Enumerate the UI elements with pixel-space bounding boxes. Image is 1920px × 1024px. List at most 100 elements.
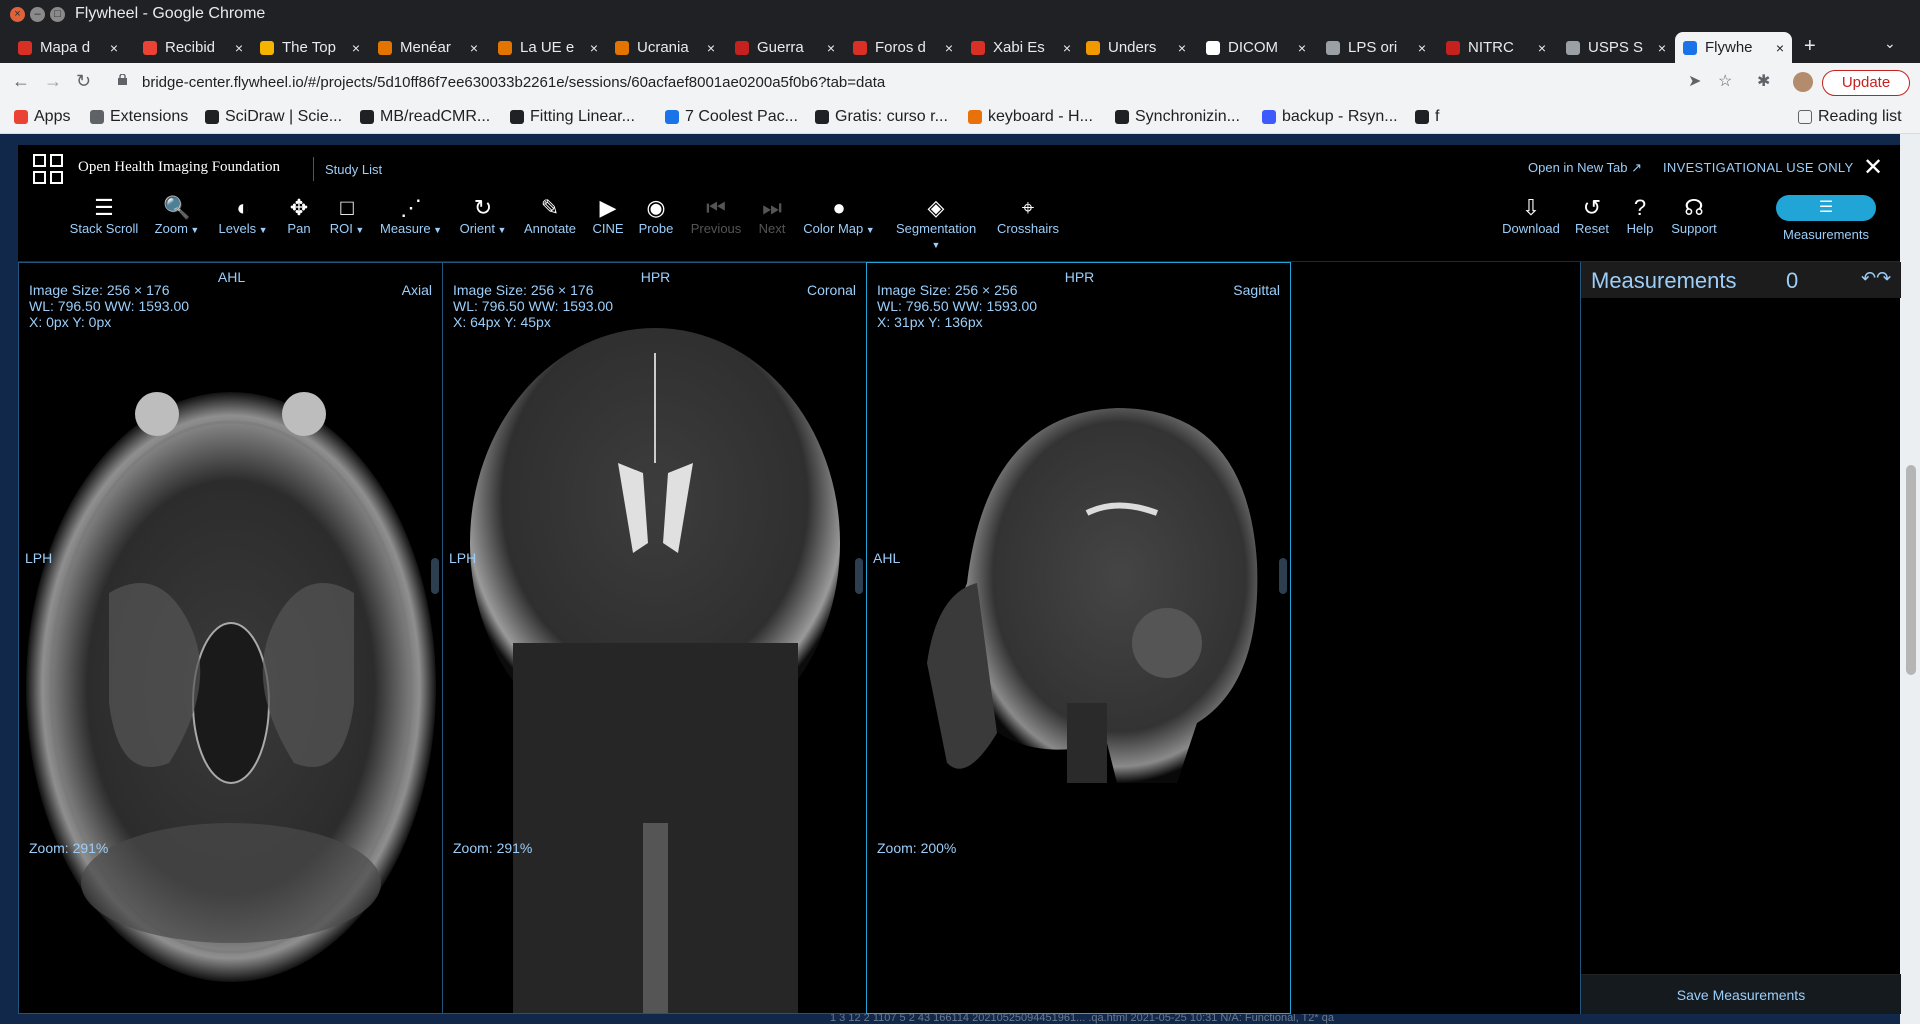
window-maximize-button[interactable]: □ [50, 7, 65, 22]
browser-tab[interactable]: LPS ori × [1318, 32, 1434, 63]
tab-label: Xabi Es [993, 39, 1045, 56]
axial-mri-image [26, 392, 436, 982]
browser-tab[interactable]: USPS S × [1558, 32, 1674, 63]
bookmark-label: keyboard - H... [988, 108, 1093, 125]
bookmark-star-icon[interactable]: ☆ [1718, 71, 1732, 91]
forward-arrow-icon[interactable]: → [44, 71, 62, 92]
segmentation-tool-button[interactable]: ◈ Segmentation ▼ [896, 195, 976, 251]
investigational-notice: INVESTIGATIONAL USE ONLY [1663, 160, 1854, 175]
crosshairs-tool-button[interactable]: ⌖ Crosshairs [988, 195, 1068, 236]
color-map-tool-button[interactable]: ● Color Map ▼ [799, 195, 879, 236]
page-scrollbar[interactable] [1906, 465, 1916, 675]
profile-avatar[interactable] [1793, 72, 1813, 92]
bookmark-item[interactable]: keyboard - H... [968, 108, 1093, 126]
viewport-scroll-handle[interactable] [1279, 558, 1287, 594]
tab-close-icon[interactable]: × [470, 40, 478, 56]
browser-tab[interactable]: Menéar × [370, 32, 486, 63]
bookmark-icon [205, 110, 219, 124]
tab-close-icon[interactable]: × [707, 40, 715, 56]
tab-close-icon[interactable]: × [1298, 40, 1306, 56]
tab-close-icon[interactable]: × [1538, 40, 1546, 56]
close-icon[interactable]: ✕ [1863, 153, 1883, 182]
tab-label: Foros d [875, 39, 926, 56]
extensions-puzzle-icon[interactable]: ✱ [1757, 71, 1770, 91]
browser-tab[interactable]: Mapa d × [10, 32, 126, 63]
tab-favicon-icon [1446, 40, 1460, 55]
support-tool-button[interactable]: ☊ Support [1654, 195, 1734, 236]
bookmark-icon [815, 110, 829, 124]
open-in-new-tab-link[interactable]: Open in New Tab ↗ [1528, 160, 1642, 176]
tab-label: Menéar [400, 39, 451, 56]
browser-tab[interactable]: The Top × [252, 32, 368, 63]
tab-close-icon[interactable]: × [1658, 40, 1666, 56]
browser-tab[interactable]: DICOM × [1198, 32, 1314, 63]
tab-close-icon[interactable]: × [235, 40, 243, 56]
window-close-button[interactable]: × [10, 7, 25, 22]
browser-tab[interactable]: NITRC × [1438, 32, 1554, 63]
study-list-link[interactable]: Study List [325, 162, 382, 177]
tab-close-icon[interactable]: × [110, 40, 118, 56]
browser-tab[interactable]: Guerra × [727, 32, 843, 63]
address-bar[interactable]: bridge-center.flywheel.io/#/projects/5d1… [110, 68, 1720, 96]
tab-label: Mapa d [40, 39, 91, 56]
back-arrow-icon[interactable]: ← [12, 71, 30, 92]
tool-label: Color Map [803, 221, 864, 236]
caret-down-icon: ▼ [494, 225, 507, 235]
bookmark-item[interactable]: Gratis: curso r... [815, 108, 948, 126]
bookmark-item[interactable]: backup - Rsyn... [1262, 108, 1398, 126]
bookmark-item[interactable]: SciDraw | Scie... [205, 108, 342, 126]
undo-redo-icon[interactable]: ↶↷ [1861, 268, 1891, 289]
new-tab-button[interactable]: + [1804, 35, 1816, 58]
bookmark-item[interactable]: Synchronizin... [1115, 108, 1240, 126]
send-icon[interactable]: ➤ [1688, 71, 1701, 91]
update-button[interactable]: Update [1822, 70, 1910, 96]
tab-close-icon[interactable]: × [1063, 40, 1071, 56]
browser-tab[interactable]: Foros d × [845, 32, 961, 63]
reload-icon[interactable]: ↻ [76, 71, 91, 92]
bookmark-item[interactable]: 7 Coolest Pac... [665, 108, 798, 126]
window-minimize-button[interactable]: – [30, 7, 45, 22]
bookmark-label: 7 Coolest Pac... [685, 108, 798, 125]
viewport-scroll-handle[interactable] [855, 558, 863, 594]
viewport-axial[interactable]: AHL Axial Image Size: 256 × 176 WL: 796.… [18, 262, 443, 1014]
tab-close-icon[interactable]: × [827, 40, 835, 56]
save-measurements-button[interactable]: Save Measurements [1581, 974, 1901, 1014]
bookmark-item[interactable]: Apps [14, 108, 70, 126]
tab-label: USPS S [1588, 39, 1644, 56]
bookmark-label: Apps [34, 108, 71, 125]
coronal-mri-image [470, 328, 840, 1013]
bookmark-item[interactable]: MB/readCMR... [360, 108, 490, 126]
tab-close-icon[interactable]: × [945, 40, 953, 56]
browser-tab[interactable]: Flywhe × [1675, 32, 1792, 63]
browser-tab[interactable]: Unders × [1078, 32, 1194, 63]
browser-tab[interactable]: Ucrania × [607, 32, 723, 63]
tab-favicon-icon [1683, 40, 1697, 55]
viewport-scroll-handle[interactable] [431, 558, 439, 594]
tab-close-icon[interactable]: × [352, 40, 360, 56]
apps-grid-icon[interactable] [33, 154, 63, 184]
browser-tab[interactable]: Recibid × [135, 32, 251, 63]
browser-toolbar: ← → ↻ bridge-center.flywheel.io/#/projec… [0, 63, 1920, 101]
bookmark-item[interactable]: f [1415, 108, 1439, 126]
tab-close-icon[interactable]: × [590, 40, 598, 56]
bookmark-item[interactable]: Fitting Linear... [510, 108, 635, 126]
tab-close-icon[interactable]: × [1418, 40, 1426, 56]
bookmark-item[interactable]: Extensions [90, 108, 188, 126]
stack-scroll-icon: ☰ [94, 195, 114, 220]
measurements-toggle-button[interactable]: ☰ [1776, 195, 1876, 221]
reading-list-button[interactable]: Reading list [1798, 108, 1902, 126]
bookmark-icon [90, 110, 104, 124]
measure-tool-button[interactable]: ⋰ Measure ▼ [371, 195, 451, 236]
bookmark-icon [360, 110, 374, 124]
window-titlebar: × – □ Flywheel - Google Chrome [0, 0, 1920, 29]
stack-scroll-tool-button[interactable]: ☰ Stack Scroll [64, 195, 144, 236]
viewport-sagittal[interactable]: HPR Sagittal Image Size: 256 × 256 WL: 7… [866, 262, 1291, 1014]
viewport-coronal[interactable]: HPR Coronal Image Size: 256 × 176 WL: 79… [442, 262, 867, 1014]
viewer-toolbar: ☰ Measurements ☰ Stack Scroll 🔍 Zoom ▼ ◐ Leve… [18, 185, 1900, 262]
tab-close-icon[interactable]: × [1178, 40, 1186, 56]
browser-tab[interactable]: Xabi Es × [963, 32, 1079, 63]
browser-tab[interactable]: La UE e × [490, 32, 606, 63]
tab-close-icon[interactable]: × [1776, 40, 1784, 56]
tab-search-chevron-icon[interactable]: ⌄ [1884, 35, 1896, 52]
bookmark-label: backup - Rsyn... [1282, 108, 1398, 125]
